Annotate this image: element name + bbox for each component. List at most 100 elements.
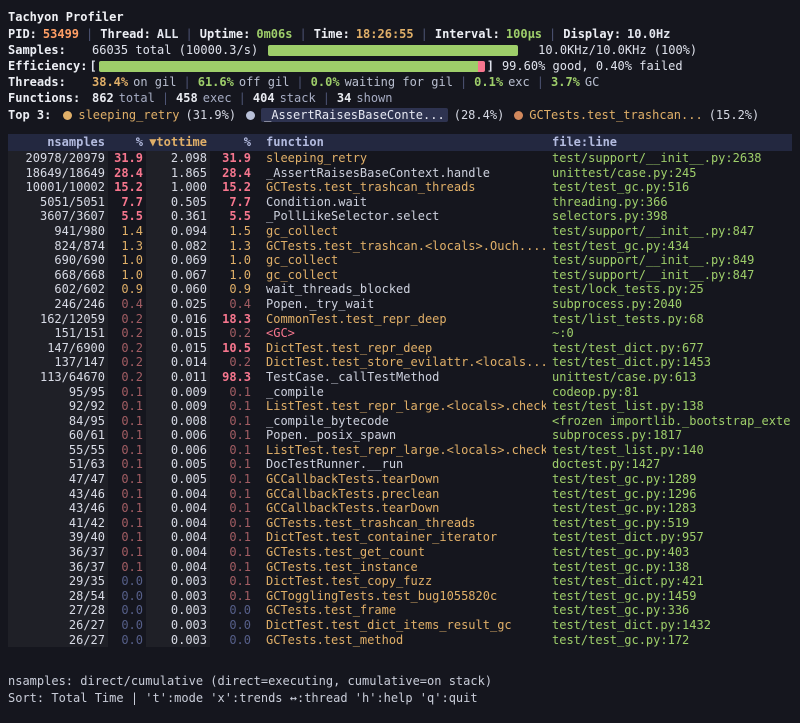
cell-tottime: 0.003: [146, 618, 210, 633]
cell-file-line: test/support/__init__.py:849: [546, 253, 792, 268]
tachyon-profiler-screen: Tachyon Profiler PID:53499 | Thread:ALL …: [0, 0, 800, 723]
cell-pct-cumulative: 1.0: [210, 268, 254, 283]
table-row: 151/1510.20.0150.2<GC>~:0: [8, 326, 792, 341]
top3-item-pct: (28.4%): [448, 108, 505, 122]
function-stat: 404stack: [253, 91, 316, 105]
cell-tottime: 0.009: [146, 399, 210, 414]
header-function[interactable]: function: [254, 134, 546, 151]
function-stat: 34shown: [337, 91, 393, 105]
table-row: 27/280.00.0030.0GCTests.test_frametest/t…: [8, 603, 792, 618]
cell-pct-direct: 0.2: [108, 326, 146, 341]
cell-pct-cumulative: 15.2: [210, 180, 254, 195]
table-row: 3607/36075.50.3615.5_PollLikeSelector.se…: [8, 209, 792, 224]
separator: |: [453, 75, 474, 89]
cell-pct-cumulative: 1.5: [210, 224, 254, 239]
cell-pct-cumulative: 0.1: [210, 530, 254, 545]
cell-pct-cumulative: 98.3: [210, 370, 254, 385]
table-row: 43/460.10.0040.1GCCallbackTests.preclean…: [8, 487, 792, 502]
cell-tottime: 0.005: [146, 472, 210, 487]
separator: |: [79, 27, 100, 41]
cell-tottime: 0.003: [146, 589, 210, 604]
table-body: 20978/2097931.92.09831.9sleeping_retryte…: [8, 151, 792, 647]
cell-pct-cumulative: 0.0: [210, 618, 254, 633]
cell-tottime: 0.015: [146, 341, 210, 356]
cell-pct-direct: 0.2: [108, 355, 146, 370]
efficiency-summary: 99.60% good, 0.40% failed: [494, 59, 683, 73]
functions-line: Functions: 862total|458exec|404stack|34s…: [8, 90, 792, 106]
cell-pct-direct: 0.1: [108, 414, 146, 429]
separator: |: [155, 91, 176, 105]
bracket-open: [: [89, 59, 96, 73]
thread-stat: 0.1%exc: [474, 75, 530, 89]
table-row: 137/1470.20.0140.2DictTest.test_store_ev…: [8, 355, 792, 370]
cell-tottime: 0.069: [146, 253, 210, 268]
table-row: 60/610.10.0060.1Popen._posix_spawnsubpro…: [8, 428, 792, 443]
threads-stats: 38.4%on gil|61.6%off gil|0.0%waiting for…: [92, 75, 599, 89]
header-pct-direct[interactable]: %: [108, 134, 146, 151]
cell-pct-cumulative: 0.1: [210, 385, 254, 400]
cell-pct-direct: 0.9: [108, 282, 146, 297]
samples-info: 66035 total (10000.3/s): [92, 43, 258, 57]
top3-label: Top 3:: [8, 108, 51, 122]
table-row: 113/646700.20.01198.3TestCase._callTestM…: [8, 370, 792, 385]
thread-stat-label: off gil: [234, 75, 290, 89]
cell-pct-cumulative: 0.0: [210, 633, 254, 648]
efficiency-line: Efficiency: [ ] 99.60% good, 0.40% faile…: [8, 58, 792, 74]
cell-tottime: 0.004: [146, 530, 210, 545]
cell-tottime: 0.005: [146, 457, 210, 472]
table-row: 668/6681.00.0671.0gc_collecttest/support…: [8, 268, 792, 283]
header-file-line[interactable]: file:line: [546, 134, 792, 151]
table-row: 51/630.10.0050.1DocTestRunner.__rundocte…: [8, 457, 792, 472]
cell-pct-cumulative: 0.1: [210, 399, 254, 414]
cell-file-line: test/test_dict.py:1432: [546, 618, 792, 633]
cell-nsamples: 113/64670: [8, 370, 108, 385]
cell-pct-direct: 0.0: [108, 574, 146, 589]
threads-line: Threads: 38.4%on gil|61.6%off gil|0.0%wa…: [8, 74, 792, 90]
cell-tottime: 0.004: [146, 487, 210, 502]
cell-nsamples: 151/151: [8, 326, 108, 341]
table-row: 10001/1000215.21.00015.2GCTests.test_tra…: [8, 180, 792, 195]
table-row: 5051/50517.70.5057.7Condition.waitthread…: [8, 195, 792, 210]
cell-file-line: doctest.py:1427: [546, 457, 792, 472]
cell-file-line: test/test_gc.py:336: [546, 603, 792, 618]
cell-nsamples: 55/55: [8, 443, 108, 458]
cell-function: _compile_bytecode: [254, 414, 546, 429]
top3-item-pct: (15.2%): [703, 108, 760, 122]
cell-file-line: test/test_list.py:138: [546, 399, 792, 414]
cell-pct-direct: 7.7: [108, 195, 146, 210]
cell-file-line: test/test_gc.py:403: [546, 545, 792, 560]
top3-item: GCTests.test_trashcan...(15.2%): [514, 108, 759, 122]
cell-tottime: 0.011: [146, 370, 210, 385]
cell-file-line: test/test_gc.py:434: [546, 239, 792, 254]
header-pct-cumulative[interactable]: %: [210, 134, 254, 151]
cell-pct-cumulative: 1.3: [210, 239, 254, 254]
cell-pct-direct: 0.1: [108, 472, 146, 487]
cell-tottime: 0.505: [146, 195, 210, 210]
cell-function: DictTest.test_repr_deep: [254, 341, 546, 356]
header-nsamples[interactable]: nsamples: [8, 134, 108, 151]
cell-function: _compile: [254, 385, 546, 400]
cell-tottime: 0.361: [146, 209, 210, 224]
cell-function: wait_threads_blocked: [254, 282, 546, 297]
samples-bar: [268, 45, 518, 56]
cell-tottime: 0.016: [146, 312, 210, 327]
cell-file-line: test/test_gc.py:1283: [546, 501, 792, 516]
thread-stat: 38.4%on gil: [92, 75, 176, 89]
cell-tottime: 2.098: [146, 151, 210, 166]
table-row: 28/540.00.0030.1GCTogglingTests.test_bug…: [8, 589, 792, 604]
cell-pct-cumulative: 0.1: [210, 487, 254, 502]
cell-function: GCTests.test_trashcan.<locals>.Ouch....: [254, 239, 546, 254]
cell-pct-direct: 0.4: [108, 297, 146, 312]
top3-item: sleeping_retry(31.9%): [63, 108, 236, 122]
table-row: 18649/1864928.41.86528.4_AssertRaisesBas…: [8, 166, 792, 181]
header-tottime-sorted[interactable]: ▼tottime: [146, 134, 210, 151]
cell-tottime: 0.008: [146, 414, 210, 429]
cell-tottime: 1.000: [146, 180, 210, 195]
cell-function: gc_collect: [254, 253, 546, 268]
thread-label: Thread:: [100, 27, 151, 41]
cell-pct-direct: 1.0: [108, 253, 146, 268]
cell-pct-cumulative: 0.1: [210, 443, 254, 458]
cell-pct-cumulative: 0.1: [210, 560, 254, 575]
thread-stat-value: 38.4%: [92, 75, 128, 89]
cell-function: DictTest.test_container_iterator: [254, 530, 546, 545]
